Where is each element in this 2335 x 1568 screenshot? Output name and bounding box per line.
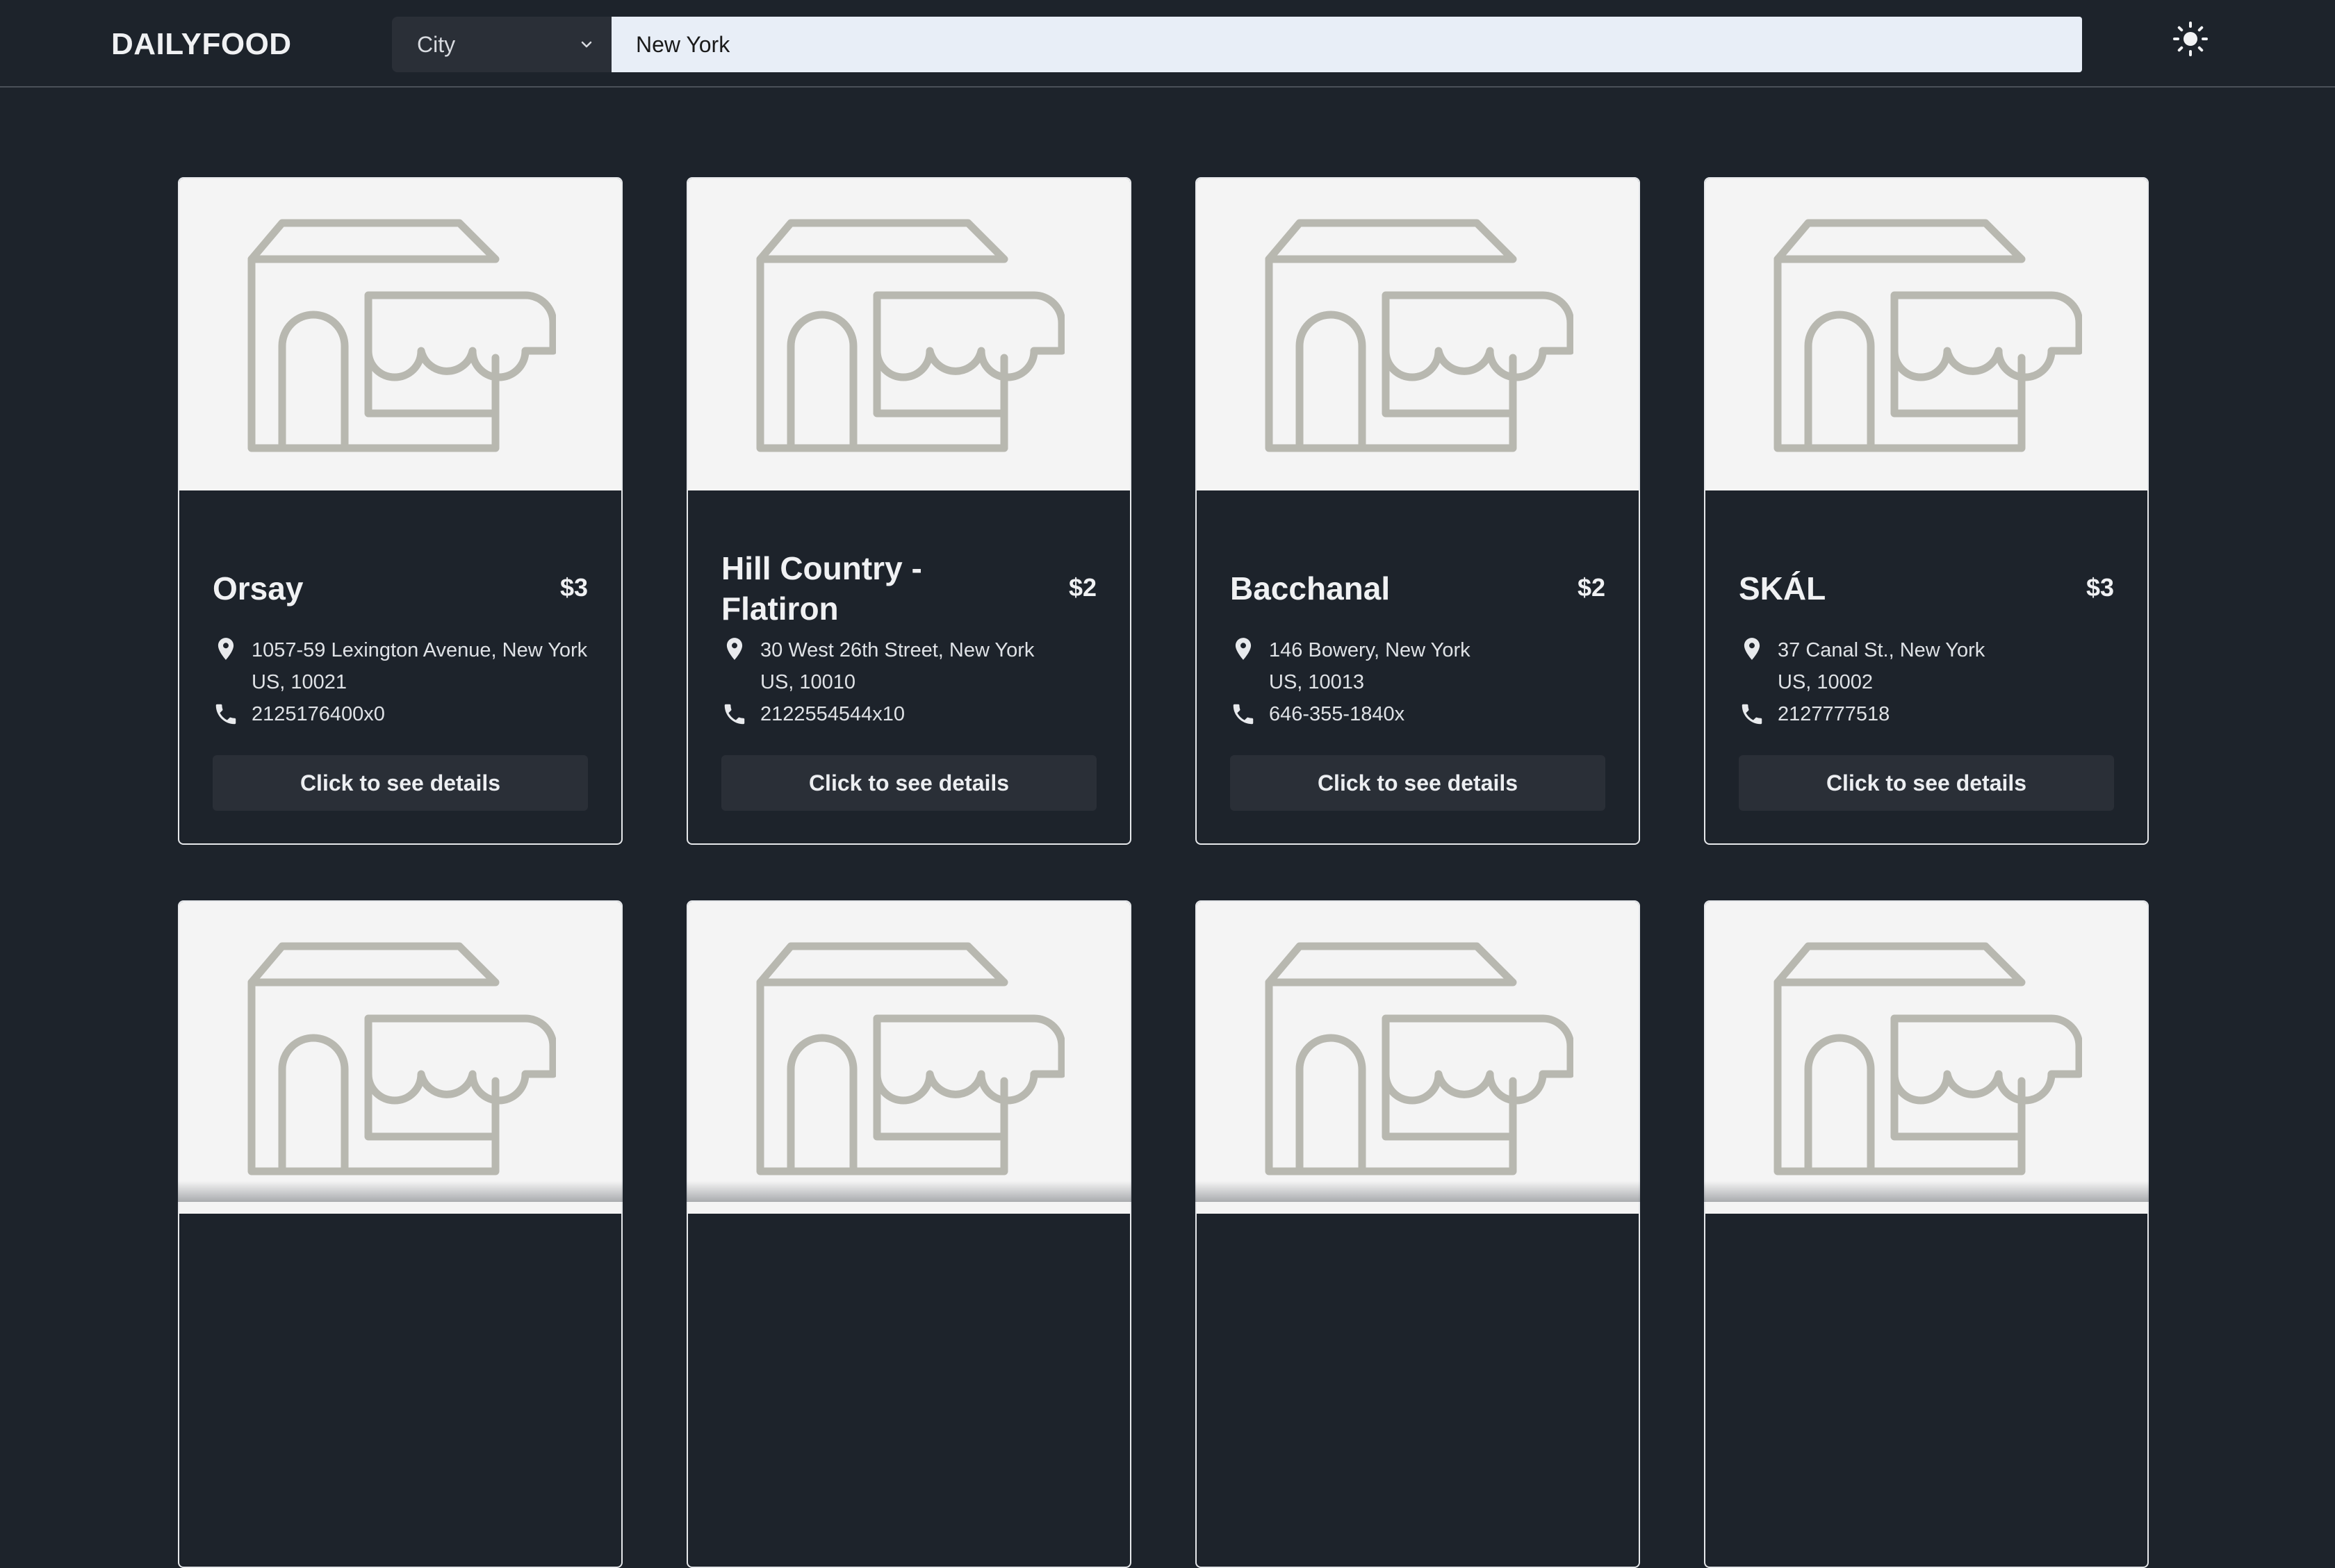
restaurant-card: Bacchanal $2 146 Bowery, New York US, 10… bbox=[1195, 177, 1640, 845]
restaurant-price: $2 bbox=[1068, 573, 1097, 602]
address-line-2: US, 10013 bbox=[1269, 671, 1365, 693]
restaurant-address: 37 Canal St., New York US, 10002 bbox=[1778, 634, 2132, 698]
address-line-1: 30 West 26th Street, New York bbox=[760, 639, 1035, 661]
restaurant-card bbox=[687, 900, 1131, 1568]
restaurant-image-placeholder bbox=[1705, 902, 2147, 1214]
storefront-icon bbox=[1773, 942, 2082, 1178]
restaurant-image-placeholder bbox=[179, 179, 621, 490]
restaurant-phone: 2125176400x0 bbox=[252, 703, 385, 725]
search-input[interactable] bbox=[612, 17, 2082, 72]
storefront-icon bbox=[1773, 219, 2082, 455]
restaurant-card: SKÁL $3 37 Canal St., New York US, 10002… bbox=[1704, 177, 2149, 845]
map-pin-icon bbox=[721, 636, 748, 662]
storefront-icon bbox=[247, 942, 556, 1178]
see-details-button[interactable]: Click to see details bbox=[1739, 755, 2114, 811]
restaurant-address: 1057-59 Lexington Avenue, New York US, 1… bbox=[252, 634, 606, 698]
address-line-2: US, 10021 bbox=[252, 671, 347, 693]
storefront-icon bbox=[1265, 219, 1573, 455]
phone-icon bbox=[721, 701, 748, 727]
restaurant-card bbox=[178, 900, 623, 1568]
restaurant-name: Bacchanal bbox=[1230, 570, 1391, 606]
restaurant-card bbox=[1704, 900, 2149, 1568]
restaurant-price: $2 bbox=[1577, 573, 1605, 602]
map-pin-icon bbox=[1739, 636, 1765, 662]
restaurant-image-placeholder bbox=[1197, 902, 1639, 1214]
filter-type-selected-label: City bbox=[417, 31, 456, 57]
app-logo[interactable]: DAILYFOOD bbox=[111, 26, 292, 63]
restaurant-address: 146 Bowery, New York US, 10013 bbox=[1269, 634, 1623, 698]
restaurant-image-placeholder bbox=[1705, 179, 2147, 490]
address-line-1: 37 Canal St., New York bbox=[1778, 639, 1985, 661]
filter-type-select[interactable]: City bbox=[392, 17, 612, 72]
see-details-button[interactable]: Click to see details bbox=[721, 755, 1097, 811]
restaurant-phone: 2122554544x10 bbox=[760, 703, 906, 725]
restaurant-price: $3 bbox=[2086, 573, 2114, 602]
see-details-button[interactable]: Click to see details bbox=[1230, 755, 1605, 811]
restaurant-name: Hill Country - Flatiron bbox=[721, 550, 922, 627]
restaurant-address: 30 West 26th Street, New York US, 10010 bbox=[760, 634, 1115, 698]
address-line-2: US, 10002 bbox=[1778, 671, 1874, 693]
restaurant-image-placeholder bbox=[1197, 179, 1639, 490]
storefront-icon bbox=[756, 942, 1065, 1178]
restaurant-price: $3 bbox=[559, 573, 588, 602]
restaurant-image-placeholder bbox=[688, 179, 1130, 490]
map-pin-icon bbox=[1230, 636, 1256, 662]
address-line-1: 1057-59 Lexington Avenue, New York bbox=[252, 639, 588, 661]
phone-icon bbox=[213, 701, 239, 727]
restaurant-name: SKÁL bbox=[1739, 570, 1826, 606]
chevron-down-icon bbox=[581, 41, 592, 48]
storefront-icon bbox=[247, 219, 556, 455]
restaurant-phone: 2127777518 bbox=[1778, 703, 1890, 725]
sun-icon[interactable] bbox=[2171, 19, 2210, 58]
restaurant-card: Hill Country - Flatiron $2 30 West 26th … bbox=[687, 177, 1131, 845]
phone-icon bbox=[1739, 701, 1765, 727]
restaurant-card: Orsay $3 1057-59 Lexington Avenue, New Y… bbox=[178, 177, 623, 845]
storefront-icon bbox=[1265, 942, 1573, 1178]
restaurant-phone: 646-355-1840x bbox=[1269, 703, 1405, 725]
see-details-button[interactable]: Click to see details bbox=[213, 755, 588, 811]
restaurant-image-placeholder bbox=[179, 902, 621, 1214]
address-line-1: 146 Bowery, New York bbox=[1269, 639, 1470, 661]
address-line-2: US, 10010 bbox=[760, 671, 856, 693]
map-pin-icon bbox=[213, 636, 239, 662]
restaurant-card bbox=[1195, 900, 1640, 1568]
phone-icon bbox=[1230, 701, 1256, 727]
top-navbar: DAILYFOOD City bbox=[0, 0, 2335, 88]
restaurant-image-placeholder bbox=[688, 902, 1130, 1214]
restaurant-name: Orsay bbox=[213, 570, 304, 606]
storefront-icon bbox=[756, 219, 1065, 455]
